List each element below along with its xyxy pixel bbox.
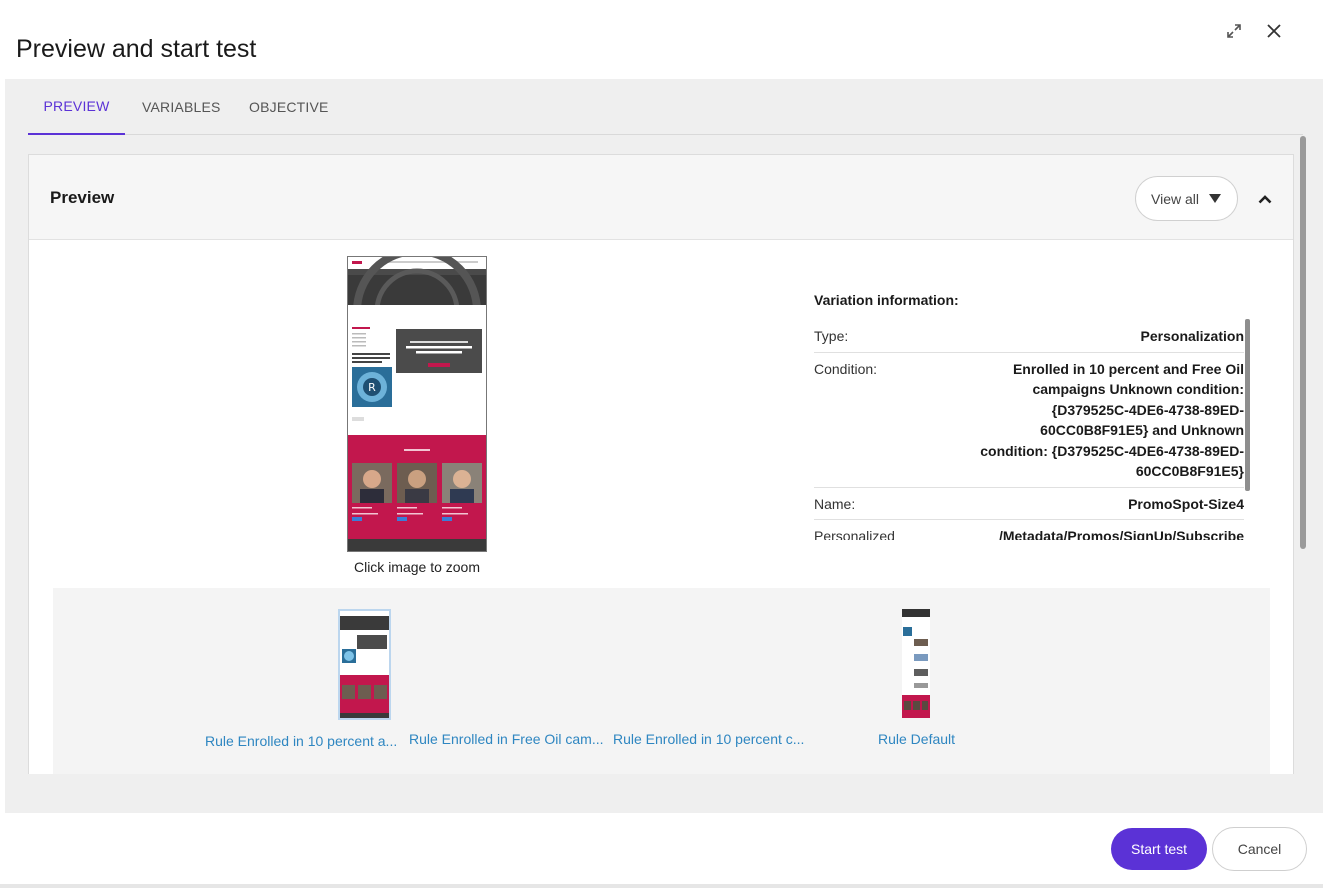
variation-thumbnail-strip: Rule Enrolled in 10 percent a... Rule En… bbox=[53, 588, 1270, 774]
dialog-title: Preview and start test bbox=[16, 35, 257, 63]
zoom-caption: Click image to zoom bbox=[353, 559, 481, 575]
tab-variables[interactable]: VARIABLES bbox=[142, 79, 221, 135]
thumbnail-label-2[interactable]: Rule Enrolled in Free Oil cam... bbox=[409, 731, 604, 747]
variation-value: Enrolled in 10 percent and Free Oil camp… bbox=[980, 360, 1244, 480]
variation-row-name: Name: PromoSpot-Size4 bbox=[814, 488, 1244, 520]
start-test-button[interactable]: Start test bbox=[1111, 828, 1207, 870]
variation-thumbnail-default[interactable] bbox=[902, 609, 930, 718]
expand-arrows-icon[interactable] bbox=[1222, 19, 1246, 43]
caret-down-icon bbox=[1209, 193, 1221, 204]
content-scrollbar[interactable] bbox=[1300, 136, 1306, 549]
cancel-button[interactable]: Cancel bbox=[1212, 827, 1307, 871]
dialog-content: PREVIEW VARIABLES OBJECTIVE Preview View… bbox=[5, 79, 1323, 813]
variation-key: Personalized bbox=[814, 528, 895, 540]
variation-key: Type: bbox=[814, 328, 849, 344]
preview-panel-title: Preview bbox=[50, 188, 115, 207]
variation-row-type: Type: Personalization bbox=[814, 320, 1244, 353]
variation-thumbnail-1[interactable] bbox=[338, 609, 391, 720]
variation-row-personalized: Personalized /Metadata/Promos/SignUp/Sub… bbox=[814, 520, 1244, 540]
thumbnail-label-1[interactable]: Rule Enrolled in 10 percent a... bbox=[205, 733, 397, 749]
tab-preview[interactable]: PREVIEW bbox=[28, 79, 125, 135]
variation-value: /Metadata/Promos/SignUp/Subscribe bbox=[998, 528, 1244, 540]
close-icon[interactable] bbox=[1262, 19, 1286, 43]
variation-info-list: Type: Personalization Condition: Enrolle… bbox=[814, 320, 1244, 540]
variation-info-scrollbar[interactable] bbox=[1245, 319, 1250, 491]
tab-bar: PREVIEW VARIABLES OBJECTIVE bbox=[28, 79, 1303, 135]
variation-key: Condition: bbox=[814, 360, 878, 377]
variation-value: Personalization bbox=[1140, 328, 1244, 344]
variation-information: Variation information: Type: Personaliza… bbox=[814, 292, 1246, 540]
thumbnail-label-3[interactable]: Rule Enrolled in 10 percent c... bbox=[613, 731, 804, 747]
tab-objective[interactable]: OBJECTIVE bbox=[249, 79, 329, 135]
variation-preview-image[interactable]: R bbox=[347, 256, 487, 552]
variation-value: PromoSpot-Size4 bbox=[1128, 495, 1244, 512]
variation-row-condition: Condition: Enrolled in 10 percent and Fr… bbox=[814, 353, 1244, 488]
view-all-dropdown[interactable]: View all bbox=[1135, 176, 1238, 221]
preview-panel-header: Preview View all bbox=[29, 155, 1293, 240]
preview-panel: Preview View all R Click image to zoom V… bbox=[28, 154, 1294, 774]
chevron-up-icon[interactable] bbox=[1254, 188, 1276, 210]
bottom-divider bbox=[0, 884, 1323, 888]
thumbnail-label-default[interactable]: Rule Default bbox=[878, 731, 955, 747]
svg-text:R: R bbox=[368, 381, 376, 394]
variation-info-title: Variation information: bbox=[814, 292, 959, 308]
view-all-label: View all bbox=[1151, 190, 1199, 207]
variation-key: Name: bbox=[814, 495, 856, 512]
